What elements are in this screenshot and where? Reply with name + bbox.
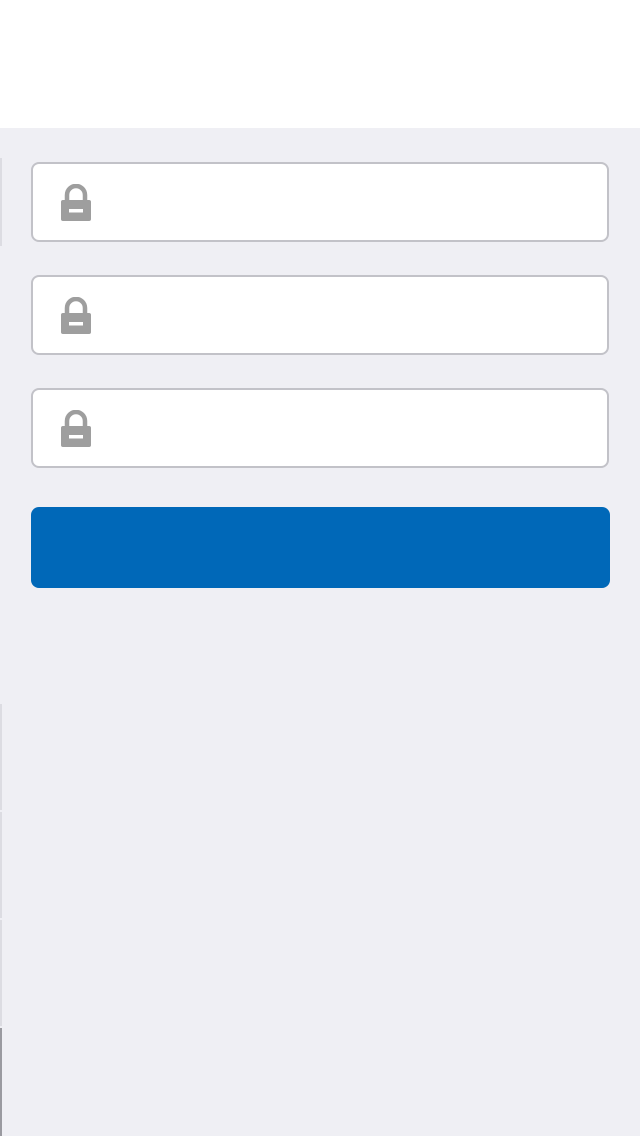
password-field-2[interactable] bbox=[31, 275, 609, 355]
edge-divider bbox=[0, 158, 2, 246]
edge-divider bbox=[0, 1028, 2, 1136]
edge-divider bbox=[0, 920, 2, 1026]
password-form bbox=[0, 128, 640, 1136]
lock-icon bbox=[60, 409, 92, 448]
submit-button[interactable] bbox=[31, 507, 610, 588]
top-bar bbox=[0, 0, 640, 128]
confirm-password-input[interactable] bbox=[113, 390, 593, 466]
lock-icon bbox=[60, 296, 92, 335]
password-field-1[interactable] bbox=[31, 162, 609, 242]
edge-divider bbox=[0, 812, 2, 918]
lock-icon bbox=[60, 183, 92, 222]
current-password-input[interactable] bbox=[113, 164, 593, 240]
new-password-input[interactable] bbox=[113, 277, 593, 353]
edge-divider bbox=[0, 704, 2, 810]
password-field-3[interactable] bbox=[31, 388, 609, 468]
